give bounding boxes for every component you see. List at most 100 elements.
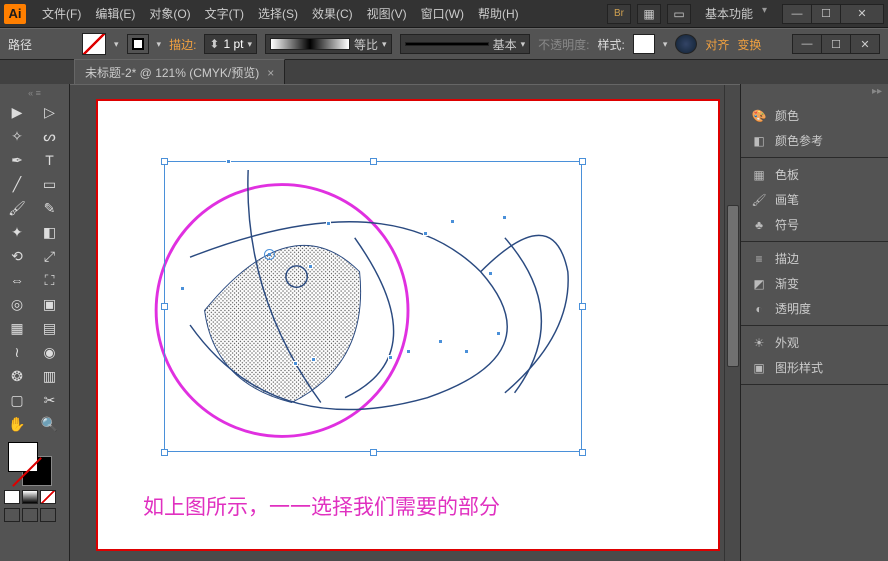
doc-close-button[interactable]: ✕	[850, 34, 880, 54]
drawing-mode-behind[interactable]	[22, 508, 38, 522]
panel-tab-color-guide[interactable]: ◧颜色参考	[741, 128, 888, 153]
handle-s[interactable]	[370, 449, 377, 456]
stroke-swatch[interactable]	[127, 34, 149, 54]
anchor-point[interactable]	[423, 231, 428, 236]
mesh-tool[interactable]: ▦	[2, 316, 32, 340]
stroke-label[interactable]: 描边:	[169, 36, 196, 53]
menu-effect[interactable]: 效果(C)	[306, 2, 359, 25]
blend-tool[interactable]: ◉	[35, 340, 65, 364]
type-tool[interactable]: T	[35, 148, 65, 172]
anchor-point[interactable]	[311, 357, 316, 362]
anchor-point[interactable]	[180, 286, 185, 291]
eyedropper-tool[interactable]: ≀	[2, 340, 32, 364]
drawing-mode-inside[interactable]	[40, 508, 56, 522]
anchor-point[interactable]	[438, 339, 443, 344]
anchor-point[interactable]	[326, 221, 331, 226]
pencil-tool[interactable]: ✎	[35, 196, 65, 220]
column-graph-tool[interactable]: ▥	[35, 364, 65, 388]
paintbrush-tool[interactable]: 🖌	[2, 196, 32, 220]
stroke-dropdown-icon[interactable]: ▾	[157, 39, 162, 50]
panel-tab-transparency[interactable]: ◐透明度	[741, 296, 888, 321]
menu-window[interactable]: 窗口(W)	[415, 2, 470, 25]
drawing-mode-normal[interactable]	[4, 508, 20, 522]
bridge-button[interactable]: Br	[607, 4, 631, 24]
scale-tool[interactable]: ⤢	[35, 244, 65, 268]
brush-definition[interactable]: 基本▾	[400, 34, 531, 54]
panel-tab-brushes[interactable]: 🖌画笔	[741, 187, 888, 212]
fill-swatch[interactable]	[82, 33, 106, 55]
anchor-point[interactable]	[496, 331, 501, 336]
free-transform-tool[interactable]: ⛶	[35, 268, 65, 292]
anchor-point[interactable]	[488, 271, 493, 276]
none-mode-button[interactable]	[40, 490, 56, 504]
zoom-tool[interactable]: 🔍	[35, 412, 65, 436]
doc-maximize-button[interactable]: ☐	[821, 34, 851, 54]
opacity-label[interactable]: 不透明度:	[538, 36, 589, 53]
anchor-point[interactable]	[464, 349, 469, 354]
slice-tool[interactable]: ✂	[35, 388, 65, 412]
anchor-point[interactable]	[502, 215, 507, 220]
canvas[interactable]: 如上图所示，一一选择我们需要的部分	[70, 84, 740, 561]
hand-tool[interactable]: ✋	[2, 412, 32, 436]
pen-tool[interactable]: ✒	[2, 148, 32, 172]
rotate-tool[interactable]: ⟲	[2, 244, 32, 268]
handle-se[interactable]	[579, 449, 586, 456]
panel-tab-symbols[interactable]: ♣符号	[741, 212, 888, 237]
blob-brush-tool[interactable]: ✦	[2, 220, 32, 244]
minimize-button[interactable]: —	[782, 4, 812, 24]
vertical-scrollbar[interactable]	[724, 85, 740, 561]
shape-builder-tool[interactable]: ◎	[2, 292, 32, 316]
style-dropdown-icon[interactable]: ▾	[663, 39, 668, 50]
menu-object[interactable]: 对象(O)	[143, 2, 196, 25]
fill-stroke-control[interactable]	[2, 442, 67, 488]
screen-mode-button[interactable]: ▭	[667, 4, 691, 24]
handle-ne[interactable]	[579, 158, 586, 165]
artboard-tool[interactable]: ▢	[2, 388, 32, 412]
panel-tab-swatches[interactable]: ▦色板	[741, 162, 888, 187]
rectangle-tool[interactable]: ▭	[35, 172, 65, 196]
maximize-button[interactable]: ☐	[811, 4, 841, 24]
close-button[interactable]: ✕	[840, 4, 884, 24]
lasso-tool[interactable]: ᔕ	[35, 124, 65, 148]
menu-view[interactable]: 视图(V)	[361, 2, 413, 25]
dock-collapse-icon[interactable]: ▸▸	[741, 84, 888, 99]
doc-minimize-button[interactable]: —	[792, 34, 822, 54]
anchor-point[interactable]	[388, 355, 393, 360]
handle-sw[interactable]	[161, 449, 168, 456]
line-tool[interactable]: ╱	[2, 172, 32, 196]
align-link[interactable]: 对齐	[705, 36, 729, 53]
handle-nw[interactable]	[161, 158, 168, 165]
panel-tab-stroke[interactable]: ≡描边	[741, 246, 888, 271]
handle-e[interactable]	[579, 303, 586, 310]
menu-edit[interactable]: 编辑(E)	[89, 2, 141, 25]
direct-selection-tool[interactable]: ▷	[35, 100, 65, 124]
panel-tab-appearance[interactable]: ☀外观	[741, 330, 888, 355]
graphic-style-thumb[interactable]	[633, 34, 655, 54]
menu-file[interactable]: 文件(F)	[36, 2, 87, 25]
anchor-point[interactable]	[293, 361, 298, 366]
perspective-tool[interactable]: ▣	[35, 292, 65, 316]
color-mode-button[interactable]	[4, 490, 20, 504]
panel-tab-color[interactable]: 🎨颜色	[741, 103, 888, 128]
stroke-weight-input[interactable]: ⬍1 pt▾	[204, 34, 257, 54]
panel-tab-graphic-styles[interactable]: ▣图形样式	[741, 355, 888, 380]
fill-dropdown-icon[interactable]: ▾	[114, 39, 119, 50]
menu-select[interactable]: 选择(S)	[252, 2, 304, 25]
anchor-point[interactable]	[450, 219, 455, 224]
menu-type[interactable]: 文字(T)	[199, 2, 250, 25]
gradient-mode-button[interactable]	[22, 490, 38, 504]
eraser-tool[interactable]: ◧	[35, 220, 65, 244]
handle-w[interactable]	[161, 303, 168, 310]
handle-n[interactable]	[370, 158, 377, 165]
anchor-point[interactable]	[308, 264, 313, 269]
fill-color-swatch[interactable]	[8, 442, 38, 472]
workspace-switcher[interactable]: 基本功能	[697, 3, 771, 24]
selection-bounding-box[interactable]	[164, 161, 582, 452]
menu-help[interactable]: 帮助(H)	[472, 2, 525, 25]
selection-tool[interactable]: ▶	[2, 100, 32, 124]
variable-width-profile[interactable]: 等比▾	[265, 34, 392, 54]
panel-tab-gradient[interactable]: ◩渐变	[741, 271, 888, 296]
anchor-point[interactable]	[406, 349, 411, 354]
magic-wand-tool[interactable]: ✧	[2, 124, 32, 148]
tab-close-icon[interactable]: ×	[267, 66, 274, 80]
